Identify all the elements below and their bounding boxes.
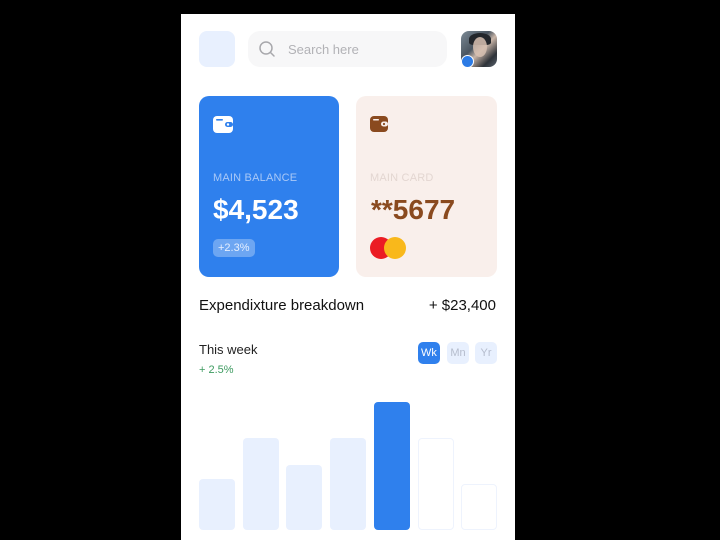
mastercard-yellow-circle (384, 237, 406, 259)
chart-bar-1[interactable] (199, 478, 235, 530)
wallet-icon (370, 116, 388, 132)
expenditure-bar-chart (181, 394, 515, 540)
chart-bar-3[interactable] (286, 464, 323, 530)
search-bar[interactable] (248, 31, 447, 67)
avatar-face (473, 37, 487, 57)
balance-label: MAIN BALANCE (213, 172, 298, 184)
card-label: MAIN CARD (370, 172, 434, 184)
toggle-year[interactable]: Yr (475, 342, 497, 364)
period-change: + 2.5% (199, 364, 234, 376)
chart-bar-4[interactable] (330, 437, 367, 530)
app-screen: MAIN BALANCE $4,523 +2.3% MAIN CARD **56… (181, 14, 515, 540)
chart-bar-2[interactable] (242, 437, 279, 530)
chart-bar-7[interactable] (461, 483, 498, 530)
mastercard-icon (370, 237, 410, 259)
period-label: This week (199, 342, 258, 357)
toggle-week[interactable]: Wk (418, 342, 440, 364)
main-card[interactable]: MAIN CARD **5677 (356, 96, 497, 277)
toggle-month[interactable]: Mn (447, 342, 469, 364)
main-balance-card[interactable]: MAIN BALANCE $4,523 +2.3% (199, 96, 339, 277)
logo[interactable] (199, 31, 235, 67)
online-status-dot (461, 55, 474, 68)
wallet-icon (213, 116, 233, 133)
search-icon (259, 41, 275, 57)
card-number: **5677 (371, 194, 456, 225)
balance-amount: $4,523 (213, 194, 299, 225)
search-input[interactable] (286, 40, 430, 58)
expenditure-title: Expendixture breakdown (199, 297, 365, 314)
chart-bar-5[interactable] (373, 402, 410, 530)
chart-bar-6[interactable] (417, 437, 454, 530)
balance-change-badge: +2.3% (213, 239, 255, 257)
expenditure-amount: + $23,400 (428, 297, 496, 314)
